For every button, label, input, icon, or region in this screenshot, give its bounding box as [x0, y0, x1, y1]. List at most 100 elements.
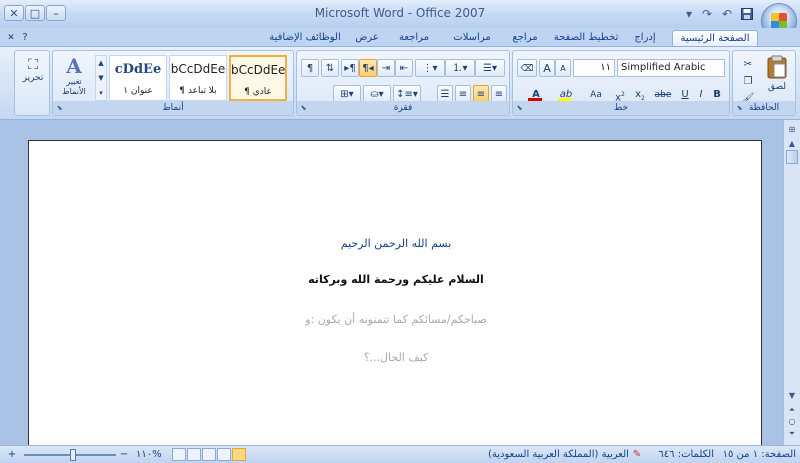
bullets-button[interactable]: ☰▾	[475, 59, 505, 77]
vertical-scrollbar[interactable]: ⊞ ▲ ▼ ⏶ ○ ⏷	[783, 120, 800, 445]
zoom-level[interactable]: ١١٠%	[136, 448, 168, 462]
style-normal-tile[interactable]: bCcDdEe ¶ عادي	[229, 55, 287, 101]
clear-formatting-button[interactable]: ⌫	[517, 59, 537, 77]
previous-page-icon[interactable]: ⏶	[785, 404, 799, 416]
next-page-icon[interactable]: ⏷	[785, 428, 799, 440]
styles-group: bCcDdEe ¶ عادي bCcDdEe ¶ بلا تباعد cDdEe…	[52, 50, 294, 116]
page-indicator[interactable]: الصفحة: ١ من ١٥	[718, 448, 796, 462]
font-name-select[interactable]: Simplified Arabic	[617, 59, 725, 77]
tab-addins[interactable]: الوظائف الإضافية	[266, 30, 344, 46]
clipboard-group: لصق ✂ ❐ 🖌 الحافظة ⬊	[732, 50, 796, 116]
borders-icon: ⊞▾	[340, 89, 354, 100]
outline-view-icon[interactable]	[187, 448, 201, 461]
dialog-launcher-icon[interactable]: ⬊	[735, 104, 744, 113]
dialog-launcher-icon[interactable]: ⬊	[299, 104, 308, 113]
zoom-slider-thumb[interactable]	[70, 449, 76, 461]
chevron-up-icon: ▲	[98, 59, 104, 67]
justify-icon: ☰	[440, 89, 450, 100]
document-page[interactable]: بسم الله الرحمن الرحيم السلام عليكم ورحم…	[28, 140, 762, 450]
bullet-list-icon: ☰▾	[483, 63, 497, 74]
tab-view[interactable]: عرض	[350, 30, 384, 46]
line-spacing-icon: ↕≡▾	[396, 89, 418, 100]
rtl-direction-button[interactable]: ¶◂	[359, 59, 377, 77]
web-layout-view-icon[interactable]	[202, 448, 216, 461]
clipboard-icon	[767, 55, 787, 79]
zoom-in-button[interactable]: +	[4, 448, 20, 462]
align-right-icon: ≡	[494, 89, 504, 100]
decrease-indent-button[interactable]: ⇤	[395, 59, 413, 77]
doc-line-wishes[interactable]: صباحكم/مسائكم كما تتمنونه أن يكون :و	[29, 313, 763, 326]
full-screen-reading-icon[interactable]	[217, 448, 231, 461]
tab-home[interactable]: الصفحة الرئيسية	[672, 30, 758, 46]
doc-line-greeting[interactable]: السلام عليكم ورحمة الله وبركاته	[29, 273, 763, 286]
font-size-select[interactable]: ١١	[573, 59, 615, 77]
select-browse-object-icon[interactable]: ○	[785, 416, 799, 428]
change-styles-button[interactable]: A تغيير الأنماط	[55, 55, 93, 103]
paragraph-group: ☰▾ ⒈▾ ⋮▾ ⇤ ⇥ ¶◂ ▸¶ ⇅ ¶ ≡ ≡ ≡ ☰ ↕≡▾ ⛀▾ ⊞▾…	[296, 50, 510, 116]
ribbon: لصق ✂ ❐ 🖌 الحافظة ⬊ Simplified Arabic ١١…	[0, 46, 800, 120]
show-marks-button[interactable]: ¶	[301, 59, 319, 77]
undo-icon[interactable]: ↶	[718, 6, 736, 22]
style-no-spacing-tile[interactable]: bCcDdEe ¶ بلا تباعد	[169, 55, 227, 101]
editing-button[interactable]: ⛶ تحرير	[19, 57, 47, 83]
decrease-indent-icon: ⇤	[399, 63, 409, 74]
doc-line-question[interactable]: كيف الحال...؟	[29, 351, 763, 364]
multilevel-list-button[interactable]: ⋮▾	[415, 59, 445, 77]
tab-page-layout[interactable]: تخطيط الصفحة	[552, 30, 620, 46]
style-heading1-tile[interactable]: cDdEe عنوان ١	[109, 55, 167, 101]
tab-review[interactable]: مراجعة	[392, 30, 436, 46]
copy-button[interactable]: ❐	[739, 72, 757, 90]
print-layout-view-icon[interactable]	[232, 448, 246, 461]
help-icon[interactable]: ?	[18, 30, 32, 46]
scroll-down-icon[interactable]: ▼	[785, 390, 799, 402]
tab-references[interactable]: مراجع	[506, 30, 544, 46]
styles-scroll[interactable]: ▲ ▼ ▾	[95, 55, 107, 101]
font-group-label: خط	[513, 101, 729, 115]
binoculars-icon: ⛶	[28, 57, 38, 73]
copy-icon: ❐	[743, 76, 753, 87]
zoom-slider[interactable]	[24, 449, 116, 461]
zoom-out-button[interactable]: −	[118, 448, 130, 462]
paragraph-group-label: فقرة	[297, 101, 509, 115]
draft-view-icon[interactable]	[172, 448, 186, 461]
numbering-button[interactable]: ⒈▾	[445, 59, 475, 77]
doc-line-basmala[interactable]: بسم الله الرحمن الرحيم	[29, 237, 763, 250]
styles-group-label: أنماط	[53, 101, 293, 115]
tab-mailings[interactable]: مراسلات	[446, 30, 498, 46]
align-center-icon: ≡	[476, 89, 486, 100]
minimize-ribbon-icon[interactable]: ✕	[4, 30, 18, 46]
sort-icon: ⇅	[325, 63, 335, 74]
ribbon-tabs: ✕ ? الوظائف الإضافية عرض مراجعة مراسلات …	[0, 28, 800, 46]
office-logo-icon	[771, 13, 787, 29]
proofing-icon[interactable]: ✎	[630, 448, 644, 462]
editing-group: ⛶ تحرير	[14, 50, 50, 116]
rtl-paragraph-icon: ¶◂	[362, 63, 374, 74]
ruler-toggle-icon[interactable]: ⊞	[785, 124, 799, 136]
language-indicator[interactable]: العربية (المملكة العربية السعودية)	[488, 448, 629, 462]
pilcrow-icon: ¶	[306, 63, 314, 74]
eraser-icon: ⌫	[520, 64, 534, 74]
scroll-thumb[interactable]	[786, 150, 798, 164]
chevron-down-icon: ▼	[98, 74, 104, 82]
chevron-down-icon[interactable]: ▾	[680, 6, 698, 22]
word-count[interactable]: الكلمات: ٦٤٦	[650, 448, 714, 462]
title-bar: ✕ □ – Microsoft Word - Office 2007 ▾ ↷ ↶	[0, 0, 800, 39]
multilevel-list-icon: ⋮▾	[422, 63, 438, 74]
dialog-launcher-icon[interactable]: ⬊	[55, 104, 64, 113]
dialog-launcher-icon[interactable]: ⬊	[515, 104, 524, 113]
increase-indent-button[interactable]: ⇥	[377, 59, 395, 77]
sort-button[interactable]: ⇅	[321, 59, 339, 77]
ltr-direction-button[interactable]: ▸¶	[341, 59, 359, 77]
tab-insert[interactable]: إدراج	[626, 30, 664, 46]
cut-button[interactable]: ✂	[739, 55, 757, 73]
scissors-icon: ✂	[743, 59, 753, 70]
status-bar: + − ١١٠% العربية (المملكة العربية السعود…	[0, 445, 800, 463]
shrink-font-button[interactable]: A	[555, 59, 571, 77]
scroll-up-icon[interactable]: ▲	[785, 138, 799, 150]
grow-font-button[interactable]: A	[539, 59, 555, 77]
save-icon[interactable]	[738, 6, 756, 22]
ltr-paragraph-icon: ▸¶	[344, 63, 356, 74]
paste-button[interactable]: لصق	[763, 55, 791, 99]
redo-icon[interactable]: ↷	[698, 6, 716, 22]
font-group: Simplified Arabic ١١ A A ⌫ B I U abe x2 …	[512, 50, 730, 116]
